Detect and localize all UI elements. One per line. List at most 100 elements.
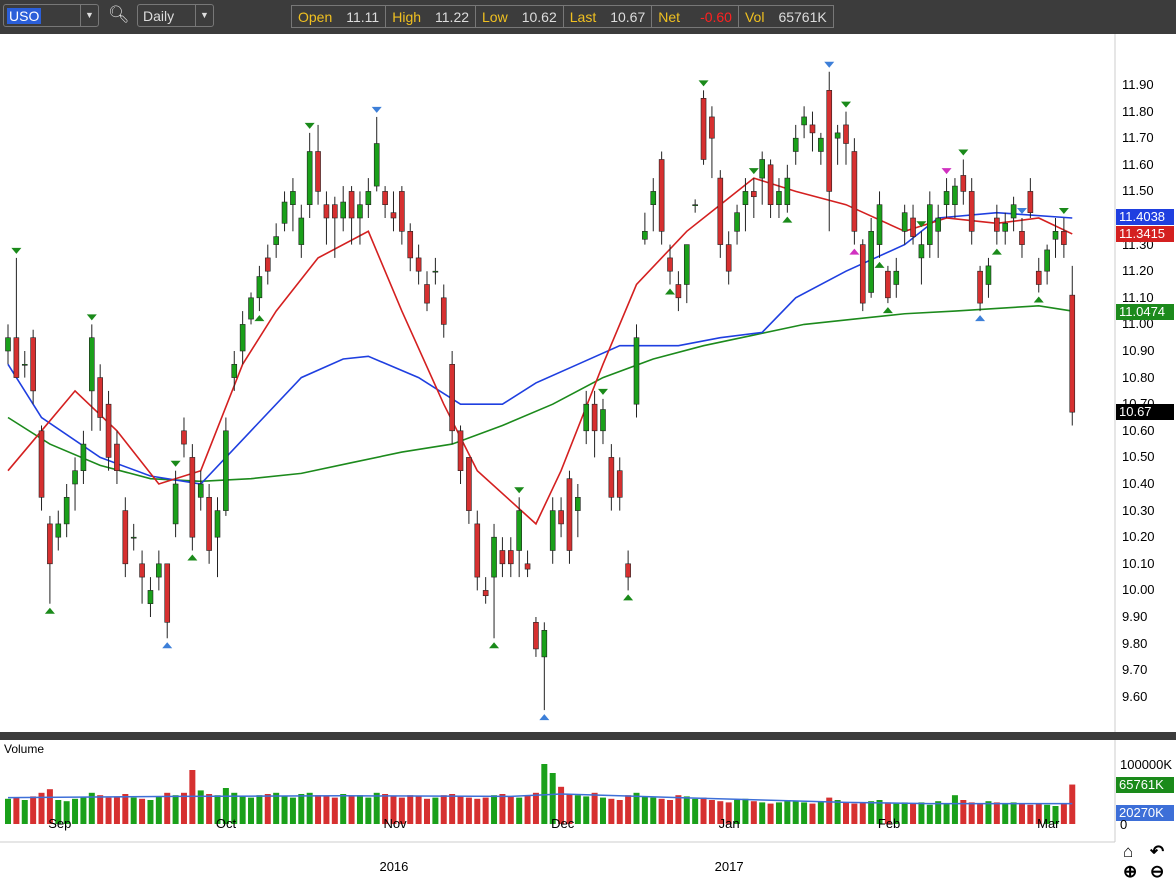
y-tick-label: 10.20: [1122, 529, 1155, 545]
volume-bar: [516, 797, 523, 824]
panel-divider[interactable]: [0, 732, 1176, 740]
price-chart[interactable]: [0, 34, 1176, 882]
x-year-label: 2017: [714, 859, 744, 874]
candle-body: [306, 151, 313, 206]
candle-body: [80, 443, 87, 472]
candle-body: [264, 257, 271, 272]
candle-body: [122, 510, 129, 565]
candle-body: [683, 244, 690, 285]
swing-low-marker: [162, 642, 173, 649]
y-tick-label: 10.60: [1122, 422, 1155, 438]
y-tick-label: 11.20: [1122, 263, 1154, 279]
chevron-down-icon[interactable]: ▼: [80, 5, 98, 26]
candle-body: [759, 159, 766, 179]
volume-bar: [474, 798, 481, 824]
interval-select[interactable]: Daily ▼: [137, 4, 214, 27]
symbol-input[interactable]: USO: [7, 8, 42, 24]
candle-body: [910, 217, 916, 237]
candle-body: [415, 257, 422, 272]
home-icon[interactable]: ⌂: [1123, 842, 1133, 862]
candle-body: [843, 124, 849, 144]
candle-body: [290, 191, 296, 205]
x-year-label: 2016: [379, 859, 409, 874]
y-tick-label: 11.90: [1122, 77, 1154, 92]
open-label: Open: [298, 8, 333, 25]
candle-body: [55, 523, 62, 538]
candle-body: [223, 430, 229, 511]
volume-bar: [239, 796, 246, 824]
y-tick-label: 10.50: [1122, 449, 1155, 465]
volume-bar: [868, 801, 875, 824]
volume-bar: [759, 802, 766, 824]
volume-bar: [583, 796, 590, 824]
volume-bar: [817, 801, 824, 824]
candle-body: [1069, 294, 1076, 413]
volume-bar: [641, 796, 648, 824]
candle-body: [21, 363, 28, 366]
volume-bar: [180, 792, 187, 824]
y-tick-label: 9.70: [1122, 662, 1148, 678]
undo-icon[interactable]: ↶: [1150, 842, 1164, 862]
x-month-label: Dec: [551, 816, 575, 831]
volume-bar: [951, 795, 958, 824]
net-value: -0.60: [700, 8, 732, 25]
candle-body: [642, 231, 648, 240]
ma-mid-line: [7, 211, 1073, 485]
candle-body: [1044, 249, 1050, 272]
volume-bar: [407, 795, 414, 824]
volume-bar: [491, 795, 498, 824]
volume-bar: [147, 800, 154, 824]
volume-bar: [440, 795, 447, 824]
volume-bar: [264, 794, 271, 824]
y-tick-label: 9.90: [1122, 609, 1148, 624]
quote-bar: Open 11.11 High 11.22 Low 10.62 Last 10.67 N…: [291, 5, 834, 28]
volume-bar: [935, 801, 942, 824]
y-tick-label: 10.30: [1122, 502, 1155, 518]
candle-body: [566, 478, 573, 551]
x-month-label: Feb: [877, 816, 901, 831]
candle-body: [399, 191, 405, 232]
swing-low-marker: [882, 307, 893, 314]
y-tick-label: 11.70: [1122, 130, 1154, 146]
candle-body: [373, 143, 380, 187]
candle-body: [709, 116, 715, 139]
candle-body: [1019, 231, 1025, 245]
candle-body: [323, 204, 330, 219]
swing-low-marker: [874, 261, 885, 268]
volume-bar: [256, 795, 263, 824]
swing-low-marker: [623, 594, 634, 601]
candle-body: [1052, 231, 1059, 240]
zoom-in-icon[interactable]: ⊕: [1123, 862, 1137, 882]
y-tick-label: 10.40: [1122, 476, 1155, 491]
volume-bar: [926, 804, 933, 824]
volume-bar: [918, 802, 925, 824]
candle-body: [424, 284, 430, 304]
candle-body: [893, 270, 900, 285]
volume-bar: [206, 794, 213, 824]
symbol-combo[interactable]: USO ▼: [3, 4, 99, 27]
candle-body: [826, 90, 833, 192]
candle-body: [859, 244, 866, 304]
candle-body: [734, 212, 740, 232]
volume-bar: [424, 798, 430, 824]
volume-bar: [5, 798, 11, 824]
candle-body: [549, 510, 556, 551]
candle-body: [482, 590, 489, 597]
volume-bar: [465, 797, 472, 824]
volume-bar: [340, 794, 347, 824]
candle-body: [792, 137, 799, 152]
zoom-out-icon[interactable]: ⊖: [1150, 862, 1164, 882]
chevron-down-icon[interactable]: ▼: [195, 5, 213, 26]
candle-body: [650, 191, 657, 205]
search-icon[interactable]: 🔍︎: [108, 5, 130, 25]
volume-bar: [591, 792, 598, 824]
candle-body: [5, 337, 11, 352]
low-label: Low: [482, 8, 508, 25]
candle-body: [273, 236, 279, 245]
candle-body: [809, 124, 816, 134]
candle-body: [675, 284, 682, 299]
swing-high-marker: [748, 168, 759, 175]
candle-body: [692, 204, 698, 206]
swing-low-marker: [187, 554, 198, 561]
candle-body: [281, 201, 288, 224]
